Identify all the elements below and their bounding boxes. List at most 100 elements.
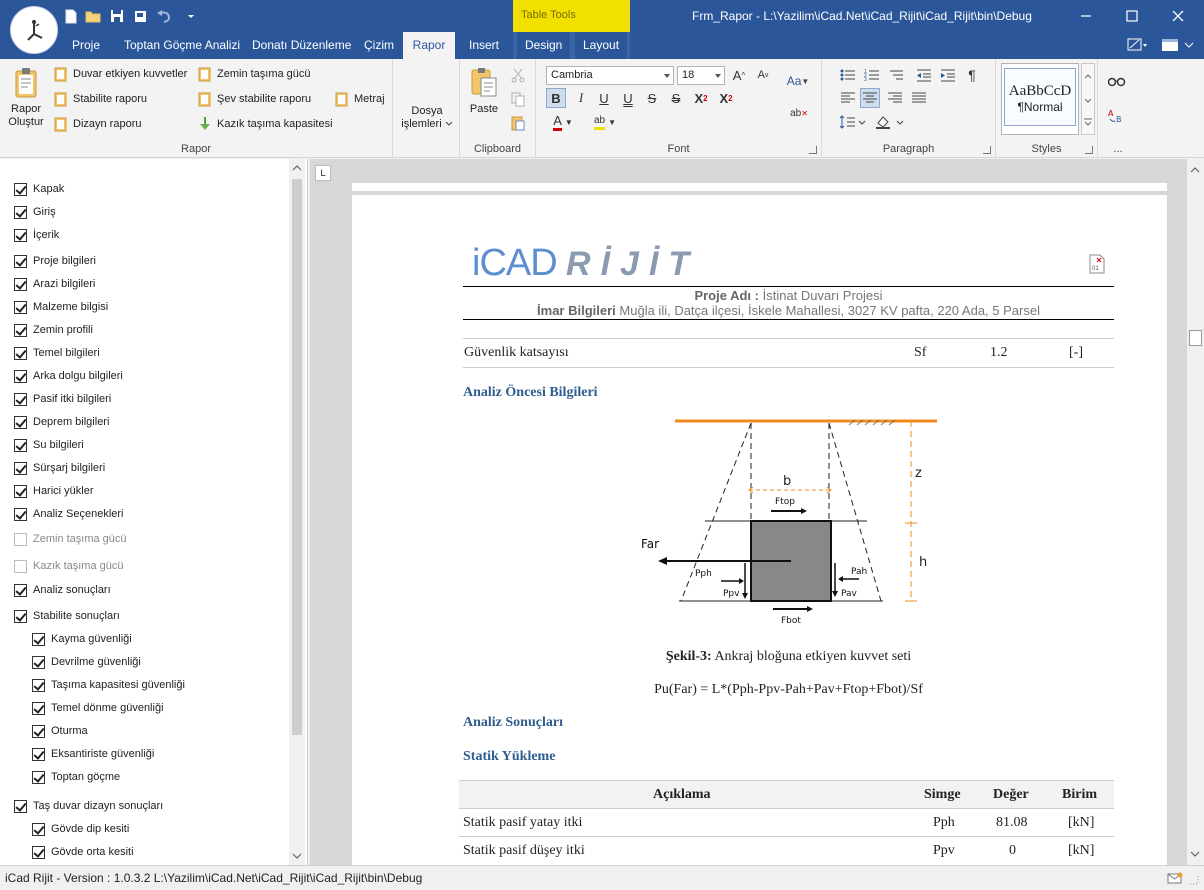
chevron-up-icon[interactable] [1187, 163, 1204, 177]
shading-icon[interactable] [874, 112, 908, 132]
copy-icon[interactable] [510, 91, 526, 110]
report-section-item[interactable]: Sürşarj bilgileri [14, 458, 105, 478]
report-section-item[interactable]: Arka dolgu bilgileri [14, 366, 123, 386]
clear-formatting-icon[interactable]: ab ✕ [786, 103, 812, 123]
checkbox-checked-icon[interactable] [32, 632, 45, 646]
save-icon[interactable] [108, 7, 126, 25]
report-section-item[interactable]: Stabilite sonuçları [14, 606, 120, 626]
bullets-icon[interactable] [838, 65, 858, 85]
report-section-item[interactable]: Giriş [14, 202, 56, 222]
duvar-etkiyen-kuvvetler-button[interactable]: Duvar etkiyen kuvvetler [54, 64, 187, 84]
strikethrough-icon[interactable]: S [642, 88, 662, 108]
undo-icon[interactable] [155, 7, 173, 25]
checkbox-checked-icon[interactable] [14, 369, 27, 383]
style-gallery-scroll[interactable] [1081, 63, 1095, 135]
checkbox-checked-icon[interactable] [14, 438, 27, 452]
minimize-button[interactable] [1074, 4, 1098, 28]
save-all-icon[interactable] [131, 7, 149, 25]
dosya-islemleri-button[interactable]: Dosya işlemleri [397, 105, 457, 131]
report-section-item[interactable]: Malzeme bilgisi [14, 297, 108, 317]
excel-export-icon[interactable]: 01 [1089, 254, 1105, 277]
decrease-indent-icon[interactable] [914, 65, 934, 85]
checkbox-checked-icon[interactable] [32, 724, 45, 738]
report-section-item[interactable]: Harici yükler [14, 481, 94, 501]
find-icon[interactable] [1107, 73, 1126, 90]
double-strikethrough-icon[interactable]: S [666, 88, 686, 108]
checkbox-checked-icon[interactable] [32, 678, 45, 692]
report-section-item[interactable]: Gövde dip kesiti [32, 819, 129, 839]
justify-icon[interactable] [909, 88, 929, 108]
paste-button[interactable]: Paste [466, 67, 502, 116]
chevron-down-icon[interactable] [289, 849, 305, 863]
tab-design[interactable]: Design [517, 32, 571, 59]
tab-rapor[interactable]: Rapor [403, 32, 455, 59]
line-spacing-icon[interactable] [838, 112, 868, 132]
kazik-tasima-kapasitesi-button[interactable]: Kazık taşıma kapasitesi [198, 114, 333, 134]
tab-layout[interactable]: Layout [575, 32, 628, 59]
checkbox-checked-icon[interactable] [14, 392, 27, 406]
grow-font-icon[interactable]: A ^ [729, 65, 749, 85]
checkbox-checked-icon[interactable] [14, 182, 27, 196]
resize-grip-icon[interactable] [1188, 874, 1200, 886]
double-underline-icon[interactable]: U [618, 88, 638, 108]
document-scrollbar-thumb[interactable] [1189, 330, 1202, 346]
checkbox-checked-icon[interactable] [14, 277, 27, 291]
font-dialog-launcher[interactable] [809, 146, 817, 154]
increase-indent-icon[interactable] [938, 65, 958, 85]
report-section-item[interactable]: Kayma güvenliği [32, 629, 132, 649]
new-document-icon[interactable] [62, 7, 80, 25]
dizayn-raporu-button[interactable]: Dizayn raporu [54, 114, 141, 134]
shrink-font-icon[interactable]: Av [753, 65, 773, 85]
report-section-item[interactable]: Taş duvar dizayn sonuçları [14, 796, 163, 816]
report-section-item[interactable]: Zemin profili [14, 320, 93, 340]
zemin-tasima-gucu-button[interactable]: Zemin taşıma gücü [198, 64, 311, 84]
checkbox-checked-icon[interactable] [32, 701, 45, 715]
font-name-combo[interactable]: Cambria [546, 66, 674, 85]
multilevel-list-icon[interactable] [886, 65, 906, 85]
document-page[interactable]: iCAD RİJİT 01 Proje Adı : İstinat Duvarı… [352, 195, 1167, 865]
align-left-icon[interactable] [838, 88, 858, 108]
align-right-icon[interactable] [885, 88, 905, 108]
checkbox-checked-icon[interactable] [14, 484, 27, 498]
paragraph-dialog-launcher[interactable] [983, 146, 991, 154]
metraj-button[interactable]: Metraj [335, 89, 385, 109]
report-section-item[interactable]: Arazi bilgileri [14, 274, 95, 294]
replace-icon[interactable]: AB [1108, 107, 1126, 126]
ruler-toggle-button[interactable]: L [315, 165, 331, 181]
left-scrollbar-thumb[interactable] [292, 179, 302, 735]
font-size-combo[interactable]: 18 [677, 66, 725, 85]
checkbox-checked-icon[interactable] [14, 300, 27, 314]
change-case-icon[interactable]: Aa ▼ [784, 71, 812, 91]
window-options-icon[interactable] [1160, 37, 1196, 56]
checkbox-checked-icon[interactable] [14, 609, 27, 623]
mail-icon[interactable] [1167, 872, 1183, 884]
report-section-item[interactable]: Devrilme güvenliği [32, 652, 141, 672]
report-section-item[interactable]: Analiz sonuçları [14, 580, 111, 600]
italic-icon[interactable]: I [571, 88, 591, 108]
tab-proje[interactable]: Proje [64, 32, 108, 59]
document-scrollbar[interactable] [1187, 159, 1204, 865]
checkbox-checked-icon[interactable] [14, 323, 27, 337]
checkbox-checked-icon[interactable] [14, 205, 27, 219]
chevron-down-icon[interactable] [1187, 847, 1204, 861]
cut-icon[interactable] [510, 67, 526, 86]
highlight-color-icon[interactable]: ab ▼ [588, 112, 622, 132]
close-button[interactable] [1166, 4, 1190, 28]
subscript-icon[interactable]: X2 [716, 88, 736, 108]
numbering-icon[interactable]: 123 [862, 65, 882, 85]
bold-icon[interactable]: B [546, 88, 566, 108]
tab-donati-duzenleme[interactable]: Donatı Düzenleme [244, 32, 359, 59]
checkbox-checked-icon[interactable] [14, 415, 27, 429]
sev-stabilite-raporu-button[interactable]: Şev stabilite raporu [198, 89, 311, 109]
report-section-item[interactable]: Oturma [32, 721, 88, 741]
checkbox-checked-icon[interactable] [14, 346, 27, 360]
rapor-olustur-button[interactable]: Rapor Oluştur [4, 67, 48, 129]
checkbox-checked-icon[interactable] [32, 822, 45, 836]
tab-insert[interactable]: Insert [461, 32, 507, 59]
open-folder-icon[interactable] [84, 7, 102, 25]
report-section-item[interactable]: Su bilgileri [14, 435, 84, 455]
report-section-item[interactable]: Pasif itki bilgileri [14, 389, 111, 409]
underline-icon[interactable]: U [594, 88, 614, 108]
superscript-icon[interactable]: X2 [691, 88, 711, 108]
font-color-icon[interactable]: A ▼ [548, 112, 578, 132]
